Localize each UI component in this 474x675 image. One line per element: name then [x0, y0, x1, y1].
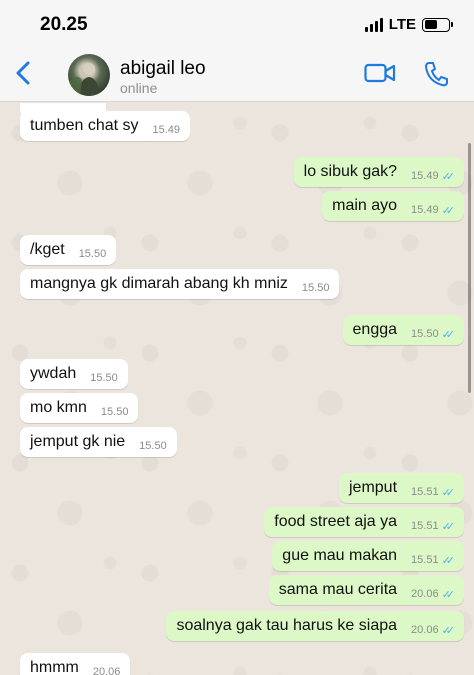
incoming-message-bubble[interactable]: tumben chat sy 15.49	[20, 111, 191, 141]
message-text: ywdah	[30, 365, 77, 382]
incoming-message-bubble[interactable]: ywdah 15.50	[20, 359, 128, 389]
outgoing-message-bubble[interactable]: lo sibuk gak? 15.49 ✓✓	[293, 157, 464, 187]
read-receipt-icon: ✓✓	[441, 328, 456, 341]
message-time: 20.06	[92, 666, 121, 675]
message-text: hmmm	[30, 659, 79, 675]
phone-icon	[425, 62, 448, 87]
avatar-photo	[68, 63, 100, 96]
scrollbar[interactable]	[468, 143, 471, 393]
contact-name[interactable]: abigail leo	[120, 58, 206, 80]
video-camera-icon	[364, 63, 396, 83]
status-bar: 20.25 LTE	[0, 0, 474, 46]
outgoing-message-bubble[interactable]: food street aja ya 15.51 ✓✓	[264, 507, 464, 537]
message-time: 15.50	[78, 248, 107, 260]
message-time: 15.50	[301, 282, 330, 294]
incoming-message-bubble[interactable]: /kget 15.50	[20, 235, 117, 265]
video-call-button[interactable]	[364, 62, 396, 84]
message-text: jemput gk nie	[30, 433, 126, 450]
incoming-message-bubble[interactable]: jemput gk nie 15.50	[20, 427, 177, 457]
message-time: 15.51	[411, 520, 439, 532]
message-text: lo sibuk gak?	[303, 163, 398, 180]
message-time: 15.50	[139, 440, 167, 452]
message-text: engga	[352, 321, 398, 338]
outgoing-message-bubble[interactable]: soalnya gak tau harus ke siapa 20.06 ✓✓	[166, 611, 464, 641]
battery-icon	[422, 17, 453, 32]
voice-call-button[interactable]	[424, 61, 448, 87]
message-time: 15.49	[411, 170, 439, 182]
outgoing-message-bubble[interactable]: main ayo 15.49 ✓✓	[322, 191, 464, 221]
message-list[interactable]: tumben chat sy 15.49 lo sibuk gak? 15.49 ✓✓ m…	[0, 103, 474, 675]
status-indicators: LTE	[364, 16, 453, 33]
message-time: 15.49	[152, 124, 181, 136]
message-text: sama mau cerita	[278, 581, 398, 598]
message-time: 15.50	[90, 372, 118, 384]
message-text: mangnya gk dimarah abang kh mniz	[30, 275, 288, 292]
read-receipt-icon: ✓✓	[441, 170, 456, 183]
message-text: tumben chat sy	[30, 117, 139, 134]
read-receipt-icon: ✓✓	[441, 624, 456, 637]
avatar[interactable]	[68, 54, 110, 96]
message-time: 15.50	[411, 328, 439, 340]
message-text: /kget	[30, 241, 65, 258]
incoming-message-bubble[interactable]: mo kmn 15.50	[20, 393, 139, 423]
message-time: 15.49	[411, 204, 439, 216]
incoming-message-bubble[interactable]: mangnya gk dimarah abang kh mniz 15.50	[20, 269, 340, 299]
read-receipt-icon: ✓✓	[441, 486, 456, 499]
outgoing-message-bubble[interactable]: jemput 15.51 ✓✓	[339, 473, 464, 503]
message-time: 20.06	[411, 624, 439, 636]
battery-level	[424, 20, 438, 29]
back-button[interactable]	[10, 58, 40, 88]
read-receipt-icon: ✓✓	[441, 588, 456, 601]
contact-status: online	[120, 80, 158, 96]
message-text: gue mau makan	[282, 547, 398, 564]
message-text: soalnya gak tau harus ke siapa	[176, 617, 398, 634]
read-receipt-icon: ✓✓	[441, 554, 456, 567]
chat-header: abigail leo online	[0, 46, 474, 102]
message-text: jemput	[349, 479, 398, 496]
message-text: food street aja ya	[274, 513, 398, 530]
read-receipt-icon: ✓✓	[441, 204, 456, 217]
outgoing-message-bubble[interactable]: gue mau makan 15.51 ✓✓	[272, 541, 464, 571]
status-time: 20.25	[40, 14, 88, 35]
outgoing-message-bubble[interactable]: engga 15.50 ✓✓	[342, 315, 464, 345]
incoming-message-bubble[interactable]: hmmm 20.06	[20, 653, 131, 675]
outgoing-message-bubble[interactable]: sama mau cerita 20.06 ✓✓	[268, 575, 464, 605]
message-time: 15.51	[411, 486, 439, 498]
network-type: LTE	[388, 16, 416, 33]
message-text: main ayo	[332, 197, 398, 214]
message-time: 15.50	[100, 406, 129, 418]
message-time: 15.51	[411, 554, 439, 566]
chevron-left-icon	[16, 61, 30, 85]
message-text: mo kmn	[30, 399, 87, 416]
message-time: 20.06	[411, 588, 439, 600]
signal-icon	[364, 17, 383, 32]
read-receipt-icon: ✓✓	[441, 520, 456, 533]
